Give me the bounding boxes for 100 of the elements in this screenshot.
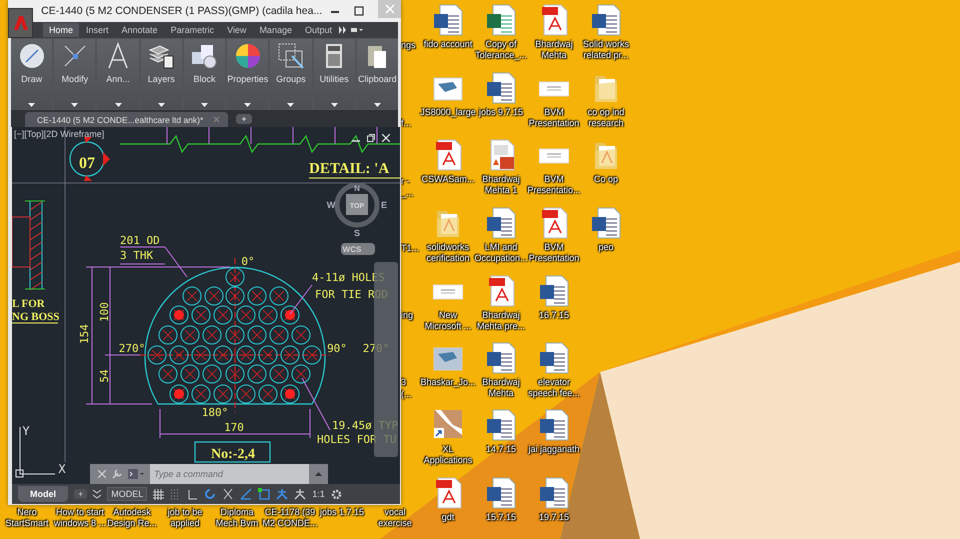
command-input-field[interactable]: Type a command xyxy=(150,464,309,484)
desktop-icon-label[interactable]: fido account xyxy=(424,39,472,50)
desktop-icon-label[interactable]: Bhardwaj Mehta xyxy=(527,39,581,61)
desktop-icon-label[interactable]: jobs 9.7.15 xyxy=(478,107,524,118)
desktop-icon-label[interactable]: jai jagganath xyxy=(528,444,580,455)
desktop-icon-label[interactable]: T1... xyxy=(401,243,420,254)
desktop-icon-label[interactable]: Copy of Tolerance_... xyxy=(474,39,528,61)
polar-tracking-icon[interactable] xyxy=(204,488,216,500)
document-icon[interactable] xyxy=(486,342,516,374)
ribbon-panel-button[interactable]: Block xyxy=(184,39,226,109)
caret-icon[interactable] xyxy=(315,472,322,476)
desktop-icon-label[interactable]: gdt xyxy=(442,512,454,523)
ortho-icon[interactable] xyxy=(187,488,198,500)
desktop-icon-label[interactable]: 16.7.15 xyxy=(538,310,570,321)
desktop-icon-label[interactable]: New Microsoft ... xyxy=(421,310,475,332)
ribbon-panel-button[interactable]: Utilities xyxy=(314,39,355,109)
ribbon-panel-button[interactable]: Properties xyxy=(227,39,268,109)
ribbon-tab[interactable]: Insert xyxy=(80,23,115,37)
desktop-icon-label[interactable]: BVM Presentatio... xyxy=(527,174,581,196)
ribbon-panel-button[interactable]: Modify xyxy=(54,39,96,109)
pdf-file-icon[interactable] xyxy=(486,275,516,307)
desktop-icon-label[interactable]: ing xyxy=(401,310,414,321)
ucs-menu-button[interactable] xyxy=(341,243,375,255)
layout-tab[interactable]: Model xyxy=(18,486,68,502)
pdf-file-icon[interactable] xyxy=(433,139,463,171)
ribbon-tab[interactable]: Manage xyxy=(253,23,298,37)
desktop-icon-label[interactable]: Co op xyxy=(594,174,618,185)
ribbon-panel-button[interactable]: Layers xyxy=(140,39,182,109)
ribbon-tab[interactable]: Output xyxy=(298,23,338,37)
document-icon[interactable] xyxy=(539,275,569,307)
document-icon[interactable] xyxy=(486,72,516,104)
desktop-icon-label[interactable]: 3 xyxy=(401,377,406,388)
document-icon[interactable] xyxy=(539,342,569,374)
document-tab[interactable]: CE-1440 (5 M2 CONDE...ealthcare ltd ank)* xyxy=(25,112,228,127)
desktop-icon-label[interactable]: co op ind research xyxy=(579,107,633,129)
desktop-icon-label[interactable]: JS8000_large xyxy=(420,107,476,118)
document-icon[interactable] xyxy=(433,4,463,36)
spreadsheet-icon[interactable] xyxy=(486,4,516,36)
selection-icon[interactable] xyxy=(258,488,270,500)
desktop-icon-label[interactable]: vocal exercise xyxy=(367,507,423,529)
desktop-icon-label[interactable]: peo xyxy=(598,242,614,253)
ribbon-panel-button[interactable]: Clipboard xyxy=(356,39,398,109)
desktop-icon-label[interactable]: elevator speech fee... xyxy=(527,377,581,399)
desktop-icon-label[interactable]: Bhardwaj Mehta 1 xyxy=(474,174,528,196)
restore-icon[interactable] xyxy=(367,134,375,142)
gear-icon[interactable] xyxy=(330,488,342,500)
desktop-icon-label[interactable]: solidworks cerification xyxy=(421,242,475,264)
document-icon[interactable] xyxy=(486,477,516,509)
annotation-icon[interactable] xyxy=(294,488,306,500)
double-caret-icon[interactable] xyxy=(93,489,102,499)
add-layout-button[interactable]: + xyxy=(74,489,88,499)
desktop-icon-label[interactable]: BVM Presentation xyxy=(527,107,581,129)
desktop-icon-label[interactable]: Bhardwaj Mehta xyxy=(474,377,528,399)
ribbon-tab[interactable]: Annotate xyxy=(116,23,164,37)
desktop-icon-label[interactable]: Bhaskar_Jo... xyxy=(420,377,476,388)
model-space-button[interactable]: MODEL xyxy=(107,487,148,501)
document-icon[interactable] xyxy=(486,409,516,441)
prompt-icon[interactable] xyxy=(128,469,144,479)
shortcut-icon[interactable] xyxy=(433,409,463,441)
desktop-icon-label[interactable]: Bhardwaj Mehta pre... xyxy=(474,310,528,332)
desktop-icon-label[interactable]: (... xyxy=(401,389,412,400)
grid-icon[interactable] xyxy=(153,488,164,500)
desktop-icon-label[interactable]: job to be applied xyxy=(157,507,213,529)
desktop-icon-label[interactable]: BVM Presentation xyxy=(527,242,581,264)
app-menu-button[interactable] xyxy=(8,8,34,38)
desktop-icon-label[interactable]: Nero StartSmart xyxy=(0,507,55,529)
overflow-icon[interactable] xyxy=(339,26,363,34)
desktop-icon-label[interactable]: ngs xyxy=(401,40,416,51)
document-icon[interactable] xyxy=(539,477,569,509)
ribbon-tab[interactable]: View xyxy=(221,23,252,37)
desktop-icon-label[interactable]: 14.7.15 xyxy=(486,444,516,455)
desktop-icon-label[interactable]: r - xyxy=(401,176,410,187)
desktop-icon-label[interactable]: _... xyxy=(401,188,414,199)
ribbon-panel-button[interactable]: Ann... xyxy=(97,39,139,109)
desktop-icon-label[interactable]: Solid works related pr... xyxy=(579,39,633,61)
isometric-icon[interactable] xyxy=(240,488,252,500)
document-icon[interactable] xyxy=(539,409,569,441)
desktop-icon-label[interactable]: XL Applications xyxy=(421,444,475,466)
ribbon-tab[interactable]: Parametric xyxy=(164,23,220,37)
pdf-file-icon[interactable] xyxy=(539,4,569,36)
desktop-icon-label[interactable]: 19.7.15 xyxy=(538,512,570,523)
desktop-icon-label[interactable]: 15.7.15 xyxy=(486,512,516,523)
desktop-icon-label[interactable]: LMI and Occupation... xyxy=(474,242,528,264)
annotation-scale[interactable]: 1:1 xyxy=(312,489,325,499)
new-tab-icon[interactable] xyxy=(236,114,252,124)
ribbon-panel-button[interactable]: Draw xyxy=(11,39,52,109)
annotation-icon[interactable] xyxy=(276,488,288,500)
maximize-icon[interactable] xyxy=(354,6,364,16)
object-snap-icon[interactable] xyxy=(222,488,234,500)
document-icon[interactable] xyxy=(591,4,621,36)
ribbon-panel-button[interactable]: Groups xyxy=(270,39,312,109)
pdf-file-icon[interactable] xyxy=(539,207,569,239)
pdf-file-icon[interactable] xyxy=(433,477,463,509)
viewport-controls-label[interactable]: [−][Top][2D Wireframe] xyxy=(14,129,104,139)
view-cube-ring[interactable] xyxy=(334,182,380,228)
desktop-icon-label[interactable]: CSWASam... xyxy=(422,174,474,185)
ribbon-tab[interactable]: Home xyxy=(43,23,80,37)
document-icon[interactable] xyxy=(591,207,621,239)
document-icon[interactable] xyxy=(486,207,516,239)
desktop-icon-label[interactable]: f... xyxy=(401,118,412,129)
